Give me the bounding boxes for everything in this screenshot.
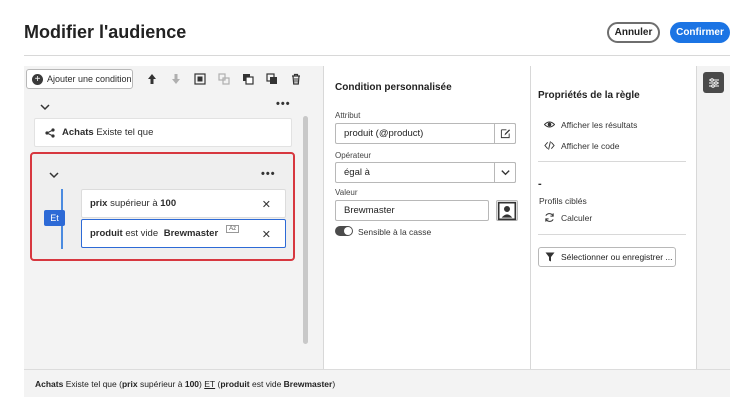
show-code-link[interactable]: Afficher le code	[544, 140, 619, 151]
condition-field: produit	[90, 228, 123, 239]
value-picker-button[interactable]	[496, 200, 518, 221]
profiles-count: -	[538, 178, 542, 190]
condition-value: 100	[160, 198, 177, 209]
ungroup-icon[interactable]	[217, 72, 231, 86]
edit-attribute-button[interactable]	[494, 123, 516, 144]
condition-text: prix supérieur à 100	[90, 198, 176, 209]
operator-dropdown-button[interactable]	[494, 162, 516, 183]
operator-select[interactable]: égal à	[335, 162, 516, 183]
achats-label: Achats Existe tel que	[62, 127, 153, 138]
paste-icon[interactable]	[265, 72, 279, 86]
select-or-save-label: Sélectionner ou enregistrer ...	[561, 252, 673, 262]
header: Modifier l'audience Annuler Confirmer	[0, 0, 750, 58]
divider	[538, 161, 686, 162]
case-sensitive-badge: Az	[226, 224, 240, 233]
show-results-label: Afficher les résultats	[561, 119, 638, 130]
achats-operator: Existe tel que	[96, 127, 154, 138]
remove-condition-icon[interactable]: ✕	[262, 228, 271, 241]
eye-icon	[544, 121, 555, 128]
rule-summary: Achats Existe tel que (prix supérieur à …	[24, 369, 730, 397]
condition-operator: supérieur à	[110, 198, 158, 209]
summary-field: produit	[220, 378, 250, 389]
summary-paren: )	[332, 378, 336, 389]
chevron-down-icon[interactable]	[49, 171, 59, 179]
custom-condition-title: Condition personnalisée	[335, 82, 452, 93]
operator-label: Opérateur	[335, 151, 372, 160]
rule-toolbar: + Ajouter une condition	[24, 66, 311, 96]
case-sensitive-toggle[interactable]	[335, 226, 353, 236]
page-title: Modifier l'audience	[24, 22, 187, 42]
profiles-label: Profils ciblés	[539, 196, 587, 206]
summary-conjunction[interactable]: ET	[204, 379, 215, 389]
rule-properties-title: Propriétés de la règle	[538, 90, 640, 101]
move-up-icon[interactable]	[145, 72, 159, 86]
operator-value: égal à	[344, 167, 370, 178]
summary-value: Brewmaster	[283, 378, 333, 389]
condition-prix[interactable]: prix supérieur à 100 ✕	[81, 189, 286, 218]
value-input[interactable]: Brewmaster	[335, 200, 518, 221]
condition-value: Brewmaster	[163, 228, 219, 239]
copy-icon[interactable]	[241, 72, 255, 86]
summary-operator: supérieur à	[139, 378, 183, 389]
attribute-label: Attribut	[335, 111, 361, 120]
condition-field: prix	[90, 198, 108, 209]
summary-value: 100	[184, 378, 200, 389]
edit-icon	[500, 129, 510, 139]
refresh-icon	[545, 213, 554, 222]
attribute-field[interactable]: produit (@product)	[335, 123, 516, 144]
sliders-icon	[708, 77, 719, 88]
value-text: Brewmaster	[344, 205, 395, 216]
show-code-label: Afficher le code	[561, 140, 620, 151]
value-label: Valeur	[335, 188, 358, 197]
group-more-menu[interactable]: •••	[261, 168, 276, 180]
summary-paren: )	[199, 378, 202, 389]
share-icon	[45, 127, 55, 138]
add-condition-button[interactable]: + Ajouter une condition	[26, 69, 133, 89]
achats-card[interactable]: Achats Existe tel que	[34, 118, 292, 147]
remove-condition-icon[interactable]: ✕	[262, 198, 271, 211]
show-results-link[interactable]: Afficher les résultats	[544, 119, 637, 130]
delete-icon[interactable]	[289, 72, 303, 86]
root-more-menu[interactable]: •••	[276, 98, 291, 110]
summary-entity: Achats	[35, 378, 64, 389]
cancel-button[interactable]: Annuler	[607, 22, 660, 43]
case-sensitive-label: Sensible à la casse	[358, 227, 432, 237]
add-icon: +	[32, 73, 43, 85]
group-icon[interactable]	[193, 72, 207, 86]
rule-properties-panel: Propriétés de la règle Afficher les résu…	[531, 66, 697, 369]
chevron-down-icon	[500, 170, 510, 176]
condition-text: produit est vide Brewmaster	[90, 228, 218, 239]
achats-entity: Achats	[62, 127, 94, 138]
summary-field: prix	[121, 378, 138, 389]
condition-group[interactable]: ••• Et prix supérieur à 100 ✕ produit es…	[30, 152, 295, 261]
custom-condition-panel: Condition personnalisée Attribut produit…	[323, 66, 531, 369]
condition-operator: est vide	[125, 228, 159, 239]
select-or-save-button[interactable]: Sélectionner ou enregistrer ...	[538, 247, 676, 267]
and-operator-badge[interactable]: Et	[44, 210, 65, 226]
confirm-button[interactable]: Confirmer	[670, 22, 730, 43]
attribute-value: produit (@product)	[344, 128, 424, 139]
summary-exists: Existe tel que	[65, 378, 117, 389]
calculate-label: Calculer	[561, 212, 593, 223]
summary-operator: est vide	[252, 378, 282, 389]
profile-card-icon	[497, 201, 517, 220]
header-divider	[24, 55, 730, 56]
calculate-link[interactable]: Calculer	[544, 212, 592, 223]
workspace: + Ajouter une condition ••• Achats Exist…	[24, 66, 730, 369]
divider	[538, 234, 686, 235]
code-icon	[544, 141, 555, 150]
filter-icon	[545, 252, 555, 262]
add-condition-label: Ajouter une condition	[47, 74, 132, 84]
tree-scrollbar[interactable]	[303, 116, 308, 344]
condition-produit[interactable]: produit est vide Brewmaster Az ✕	[81, 219, 286, 248]
panel-settings-button[interactable]	[703, 72, 724, 93]
move-down-icon[interactable]	[169, 72, 183, 86]
chevron-down-icon[interactable]	[40, 103, 50, 111]
